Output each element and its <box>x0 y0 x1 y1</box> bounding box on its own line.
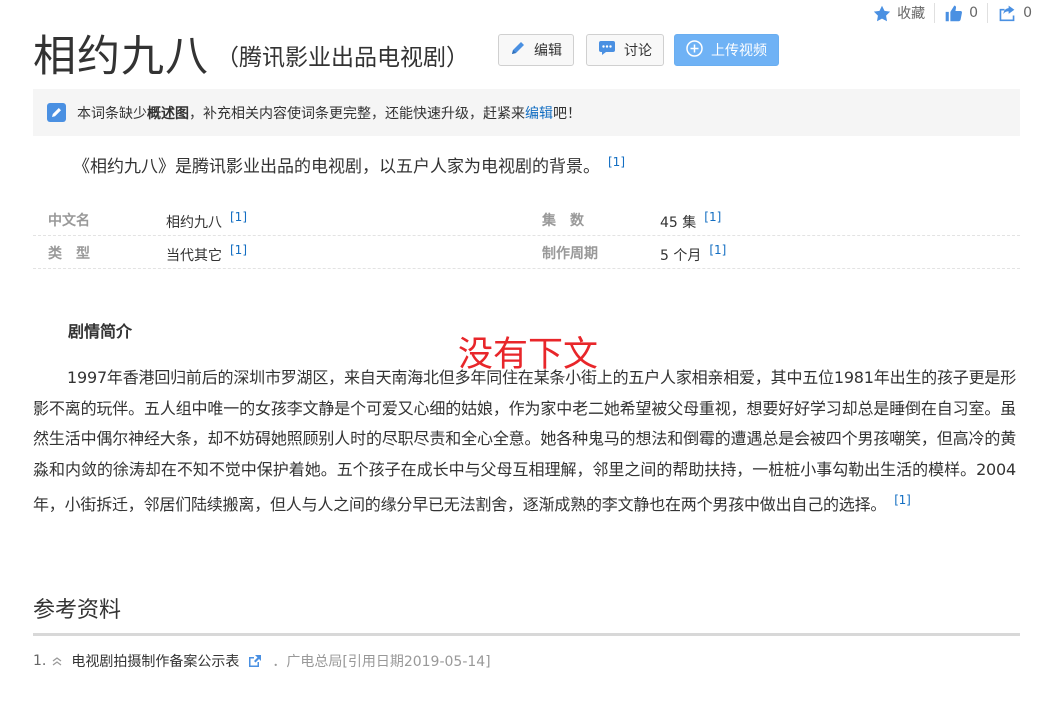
reference-marker[interactable]: [1] <box>709 243 726 257</box>
favorite-label: 收藏 <box>897 6 926 22</box>
basic-info-table: 中文名 相约九八 [1] 集 数 45 集 [1] 类 型 当代其它 [1] 制作周期… <box>33 203 1020 269</box>
plus-circle-icon <box>686 39 703 61</box>
notice-text-3: 吧！ <box>553 105 581 122</box>
info-row: 中文名 相约九八 [1] 集 数 45 集 [1] <box>33 203 1020 236</box>
share-button[interactable]: 0 <box>988 4 1041 22</box>
info-value: 45 集 [1] <box>660 210 722 231</box>
reference-item: 1. 电视剧拍摄制作备案公示表 ．广电总局[引用日期2019-05-14] <box>33 651 491 671</box>
missing-image-notice: 本词条缺少 概述图 ，补充相关内容使词条更完整，还能快速升级，赶紧来 编辑 吧！ <box>33 89 1020 136</box>
info-row: 类 型 当代其它 [1] 制作周期 5 个月 [1] <box>33 236 1020 269</box>
like-count: 0 <box>969 5 979 21</box>
edit-button[interactable]: 编辑 <box>498 34 574 66</box>
star-icon <box>873 5 891 22</box>
info-value: 相约九八 [1] <box>166 210 247 231</box>
lemma-summary: 《相约九八》是腾讯影业出品的电视剧，以五户人家为电视剧的背景。 [1] <box>73 152 625 177</box>
thumbs-up-icon <box>944 4 963 22</box>
notice-text-2: ，补充相关内容使词条更完整，还能快速升级，赶紧来 <box>189 105 525 122</box>
share-count: 0 <box>1023 5 1032 21</box>
info-label: 中文名 <box>48 213 90 229</box>
like-button[interactable]: 0 <box>935 4 987 22</box>
notice-edit-link[interactable]: 编辑 <box>525 103 553 123</box>
upload-video-label: 上传视频 <box>711 43 767 59</box>
top-actions: 收藏 0 0 <box>864 2 1041 24</box>
reference-marker[interactable]: [1] <box>230 210 247 224</box>
plot-paragraph: 1997年香港回归前后的深圳市罗湖区，来自天南海北但多年同住在某条小街上的五户人… <box>33 363 1016 521</box>
share-icon <box>997 4 1017 22</box>
lemma-summary-text: 《相约九八》是腾讯影业出品的电视剧，以五户人家为电视剧的背景。 <box>73 157 600 177</box>
info-value: 当代其它 [1] <box>166 243 247 264</box>
reference-marker[interactable]: [1] <box>894 493 911 507</box>
chevron-up-icon[interactable] <box>52 656 62 666</box>
info-label: 集 数 <box>542 213 584 229</box>
reference-marker[interactable]: [1] <box>704 210 721 224</box>
references-divider <box>33 633 1020 636</box>
plot-text: 1997年香港回归前后的深圳市罗湖区，来自天南海北但多年同住在某条小街上的五户人… <box>33 368 1016 515</box>
plot-heading: 剧情简介 <box>68 322 133 341</box>
references-heading: 参考资料 <box>33 598 122 623</box>
info-label: 制作周期 <box>542 246 598 262</box>
page-subtitle: （腾讯影业出品电视剧） <box>216 45 469 71</box>
notice-text-1: 本词条缺少 <box>77 105 147 122</box>
reference-source: ．广电总局[引用日期2019-05-14] <box>272 654 491 670</box>
info-value: 5 个月 [1] <box>660 243 727 264</box>
pencil-icon <box>510 40 526 60</box>
reference-marker[interactable]: [1] <box>608 155 625 169</box>
reference-marker[interactable]: [1] <box>230 243 247 257</box>
notice-bold: 概述图 <box>147 105 189 122</box>
upload-video-button[interactable]: 上传视频 <box>674 34 779 66</box>
reference-number: 1. <box>33 653 47 669</box>
favorite-button[interactable]: 收藏 <box>864 3 934 23</box>
info-label: 类 型 <box>48 246 90 262</box>
reference-title-link[interactable]: 电视剧拍摄制作备案公示表 <box>71 651 239 671</box>
edit-note-icon <box>47 103 66 122</box>
external-link-icon[interactable] <box>248 654 262 668</box>
discuss-button[interactable]: 讨论 <box>586 34 664 66</box>
page-title: 相约九八 <box>33 32 209 82</box>
edit-label: 编辑 <box>534 43 562 59</box>
discuss-label: 讨论 <box>624 43 652 59</box>
chat-icon <box>598 40 616 60</box>
